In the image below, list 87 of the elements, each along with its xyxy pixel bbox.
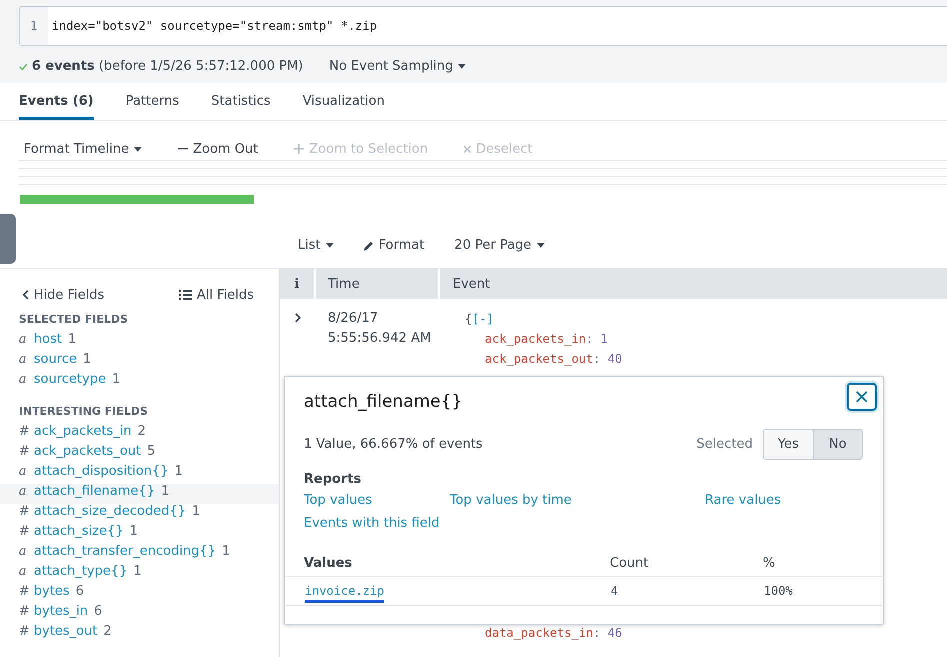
value-link[interactable]: invoice.zip bbox=[305, 584, 384, 602]
field-item[interactable]: a sourcetype 1 bbox=[0, 372, 279, 392]
hide-fields-button[interactable]: Hide Fields bbox=[23, 281, 105, 309]
field-item[interactable]: # bytes_in 6 bbox=[0, 604, 279, 624]
toolbar-button[interactable]: Zoom Out bbox=[178, 142, 258, 156]
field-item[interactable]: a source 1 bbox=[0, 352, 279, 372]
summary-text: 1 Value, 66.667% of events bbox=[304, 436, 483, 452]
string-type-icon: a bbox=[19, 544, 32, 559]
time-text: 8/26/17 bbox=[328, 310, 380, 328]
field-item[interactable]: a attach_disposition{} 1 bbox=[0, 464, 279, 484]
brace-text: { bbox=[465, 312, 472, 326]
string-type-icon: a bbox=[19, 332, 32, 347]
table-cell-text: 4 bbox=[611, 584, 620, 598]
field-item[interactable]: # attach_size_decoded{} 1 bbox=[0, 504, 279, 524]
field-item[interactable]: a host 1 bbox=[0, 332, 279, 352]
close-button[interactable] bbox=[847, 383, 877, 411]
field-item[interactable]: # ack_packets_in 2 bbox=[0, 424, 279, 444]
pencil-icon bbox=[364, 240, 374, 250]
chevron-right-icon bbox=[295, 313, 301, 323]
chevron-left-icon bbox=[23, 290, 29, 300]
number-type-icon: # bbox=[19, 624, 32, 639]
tab[interactable]: Events (6) bbox=[19, 83, 94, 120]
search-field[interactable]: 1 index="botsv2" sourcetype="stream:smtp" *.zip bbox=[19, 6, 947, 46]
minus-icon bbox=[178, 148, 188, 150]
field-item[interactable]: a attach_type{} 1 bbox=[0, 564, 279, 584]
caret-icon bbox=[458, 64, 466, 69]
caret-icon bbox=[326, 243, 334, 248]
list-icon bbox=[178, 290, 192, 300]
x-icon bbox=[464, 146, 472, 152]
event-field: data_packets_in: 46 bbox=[465, 623, 622, 643]
toolbar-button[interactable]: Format bbox=[364, 238, 425, 253]
check-icon bbox=[19, 62, 28, 70]
event-count: 6 events (before 1/5/26 5:57:12.000 PM) bbox=[32, 59, 304, 74]
sampling-dropdown[interactable]: No Event Sampling bbox=[329, 59, 466, 74]
number-type-icon: # bbox=[19, 604, 32, 619]
popup-title: attach_filename{} bbox=[304, 392, 463, 414]
plus-icon bbox=[294, 144, 304, 154]
caret-icon bbox=[134, 146, 142, 152]
toolbar-button[interactable]: 20 Per Page bbox=[454, 238, 545, 253]
section-heading: Reports bbox=[303, 472, 362, 487]
column-header: Event bbox=[452, 276, 490, 294]
number-type-icon: # bbox=[19, 424, 32, 439]
report-link[interactable]: Top values bbox=[304, 493, 450, 508]
toolbar-button[interactable]: List bbox=[298, 238, 334, 253]
table-cell-text: 100% bbox=[764, 584, 794, 598]
report-link[interactable]: Events with this field bbox=[304, 516, 883, 531]
number-type-icon: # bbox=[19, 584, 32, 599]
field-item[interactable]: # bytes 6 bbox=[0, 584, 279, 604]
field-item[interactable]: # ack_packets_out 5 bbox=[0, 444, 279, 464]
event-field: ack_packets_out: 40 bbox=[465, 349, 622, 369]
toggle-option[interactable]: No bbox=[813, 430, 862, 458]
collapse-link[interactable]: [-] bbox=[472, 312, 494, 326]
column-header: i bbox=[280, 269, 316, 299]
time-text: 5:55:56.942 AM bbox=[328, 330, 432, 348]
string-type-icon: a bbox=[19, 464, 32, 479]
event-field: ack_packets_in: 1 bbox=[465, 329, 622, 349]
line-number: 1 bbox=[20, 7, 48, 45]
close-icon bbox=[856, 391, 868, 403]
number-type-icon: # bbox=[19, 524, 32, 539]
column-header: Values bbox=[304, 556, 354, 570]
string-type-icon: a bbox=[19, 372, 32, 387]
caret-icon bbox=[536, 243, 545, 248]
all-fields-button[interactable]: All Fields bbox=[178, 281, 254, 309]
field-item[interactable]: a attach_transfer_encoding{} 1 bbox=[0, 544, 279, 564]
section-heading: INTERESTING FIELDS bbox=[18, 405, 150, 418]
field-item[interactable]: # bytes_out 2 bbox=[0, 624, 279, 644]
search-query: index="botsv2" sourcetype="stream:smtp" *.zip bbox=[51, 19, 378, 33]
tab[interactable]: Visualization bbox=[302, 83, 385, 120]
section-heading: SELECTED FIELDS bbox=[18, 313, 130, 326]
field-item[interactable]: # attach_size{} 1 bbox=[0, 524, 279, 544]
column-header: Count bbox=[610, 556, 650, 570]
number-type-icon: # bbox=[19, 444, 32, 459]
string-type-icon: a bbox=[19, 564, 32, 579]
toggle-option[interactable]: Yes bbox=[764, 430, 813, 458]
number-type-icon: # bbox=[19, 504, 32, 519]
string-type-icon: a bbox=[19, 484, 32, 499]
tab[interactable]: Statistics bbox=[211, 83, 271, 120]
report-link[interactable]: Rare values bbox=[705, 493, 883, 508]
toolbar-button[interactable]: Format Timeline bbox=[24, 142, 142, 156]
report-link[interactable]: Top values by time bbox=[450, 493, 705, 508]
string-type-icon: a bbox=[19, 352, 32, 367]
sidebar-handle-icon[interactable] bbox=[0, 214, 16, 264]
column-header: % bbox=[763, 556, 776, 570]
selected-label: Selected bbox=[696, 436, 753, 452]
field-item[interactable]: a attach_filename{} 1 bbox=[0, 484, 279, 504]
column-header: Time bbox=[316, 269, 440, 299]
tab[interactable]: Patterns bbox=[126, 83, 180, 120]
